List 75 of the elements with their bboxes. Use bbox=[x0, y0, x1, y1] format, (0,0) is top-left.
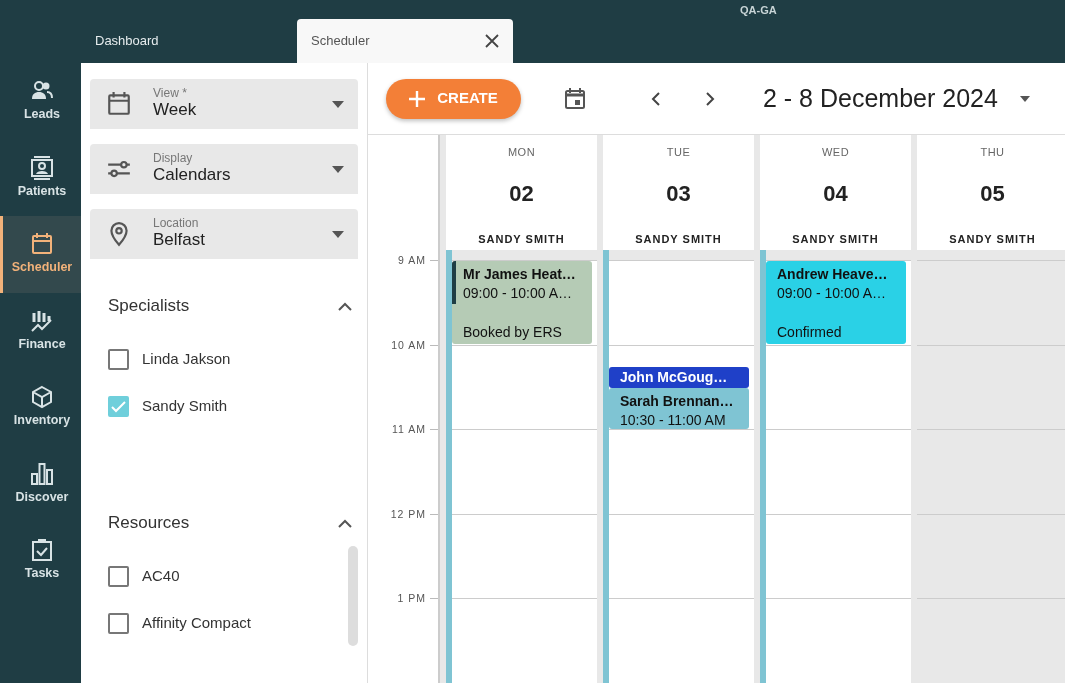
calendar-icon bbox=[106, 91, 132, 117]
checkbox-label: Sandy Smith bbox=[142, 396, 228, 417]
time-slot[interactable] bbox=[766, 429, 911, 514]
plus-icon bbox=[409, 90, 426, 107]
time-slot[interactable] bbox=[452, 513, 597, 598]
chart-icon bbox=[30, 308, 54, 333]
clipboard-check-icon bbox=[30, 538, 54, 563]
weekday-label: THU bbox=[980, 145, 1005, 160]
chevron-up-icon[interactable] bbox=[338, 518, 352, 528]
nav-item[interactable]: Inventory bbox=[0, 369, 81, 446]
time-label: 11 AM bbox=[392, 422, 426, 436]
date-label: 04 bbox=[823, 179, 848, 208]
environment-label: QA-GA bbox=[739, 3, 778, 18]
appointment-card[interactable]: Sarah Brennan… 10:30 - 11:00 AM bbox=[609, 388, 749, 429]
caret-icon[interactable] bbox=[1019, 95, 1030, 102]
specialist-label: SANDY SMITH bbox=[478, 231, 565, 247]
close-icon[interactable] bbox=[485, 34, 499, 48]
time-slot[interactable] bbox=[452, 429, 597, 514]
checkbox[interactable] bbox=[108, 349, 129, 370]
appointment-card[interactable]: John McGoug… bbox=[609, 367, 749, 388]
time-slot[interactable]: John McGoug… Sarah Brennan… 10:30 - 11:00 AM bbox=[609, 344, 754, 429]
section-title: Specialists bbox=[108, 295, 190, 318]
nav-item[interactable]: Finance bbox=[0, 292, 81, 370]
select-field[interactable]: View * Week bbox=[90, 79, 358, 129]
cube-icon bbox=[30, 385, 54, 410]
tab[interactable]: Dashboard bbox=[81, 19, 297, 63]
caret-icon bbox=[332, 100, 344, 108]
weekday-label: MON bbox=[507, 145, 536, 160]
date-label: 03 bbox=[666, 179, 691, 208]
checkbox-label: Linda Jakson bbox=[142, 349, 231, 370]
checkbox[interactable] bbox=[108, 396, 129, 417]
calendar-icon bbox=[30, 232, 54, 257]
checkbox-label: Affinity Compact bbox=[142, 613, 251, 634]
checkbox-label: AC40 bbox=[142, 566, 180, 587]
scrollbar[interactable] bbox=[348, 546, 358, 646]
date-range-title: 2 - 8 December 2024 bbox=[763, 82, 998, 114]
bar-chart-icon bbox=[30, 461, 54, 486]
checkbox[interactable] bbox=[108, 566, 129, 587]
caret-icon bbox=[332, 165, 344, 173]
time-label: 9 AM bbox=[398, 253, 426, 267]
caret-icon bbox=[332, 230, 344, 238]
time-slot[interactable] bbox=[766, 598, 911, 683]
time-slot[interactable] bbox=[609, 598, 754, 683]
checkbox[interactable] bbox=[108, 613, 129, 634]
chevron-up-icon[interactable] bbox=[338, 301, 352, 311]
time-slot[interactable] bbox=[609, 513, 754, 598]
select-field[interactable]: Display Calendars bbox=[90, 144, 358, 194]
date-label: 02 bbox=[509, 179, 534, 208]
weekday-label: TUE bbox=[666, 145, 691, 160]
chevron-left-icon[interactable] bbox=[651, 90, 661, 107]
time-slot[interactable] bbox=[609, 429, 754, 514]
id-card-icon bbox=[30, 155, 54, 180]
tab[interactable]: Scheduler bbox=[297, 19, 513, 63]
time-slot[interactable] bbox=[452, 598, 597, 683]
specialist-label: SANDY SMITH bbox=[792, 231, 879, 247]
time-slot[interactable] bbox=[766, 513, 911, 598]
time-label: 12 PM bbox=[390, 506, 426, 521]
time-slot[interactable] bbox=[609, 260, 754, 345]
section-title: Resources bbox=[108, 512, 190, 535]
select-field[interactable]: Location Belfast bbox=[90, 209, 358, 259]
date-label: 05 bbox=[980, 179, 1005, 208]
nav-item[interactable]: Patients bbox=[0, 139, 81, 217]
calendar-today-icon[interactable] bbox=[563, 86, 587, 111]
chevron-right-icon[interactable] bbox=[705, 90, 715, 107]
time-slot[interactable] bbox=[452, 344, 597, 429]
weekday-label: WED bbox=[821, 145, 850, 160]
time-label: 10 AM bbox=[391, 337, 426, 352]
specialist-label: SANDY SMITH bbox=[949, 231, 1036, 247]
time-label: 1 PM bbox=[397, 591, 426, 605]
nav-item[interactable]: Leads bbox=[0, 63, 81, 140]
specialist-label: SANDY SMITH bbox=[635, 231, 722, 247]
nav-item[interactable]: Tasks bbox=[0, 522, 81, 600]
time-slot[interactable] bbox=[766, 344, 911, 429]
nav-item[interactable]: Scheduler bbox=[0, 216, 81, 293]
nav-item[interactable]: Discover bbox=[0, 445, 81, 523]
